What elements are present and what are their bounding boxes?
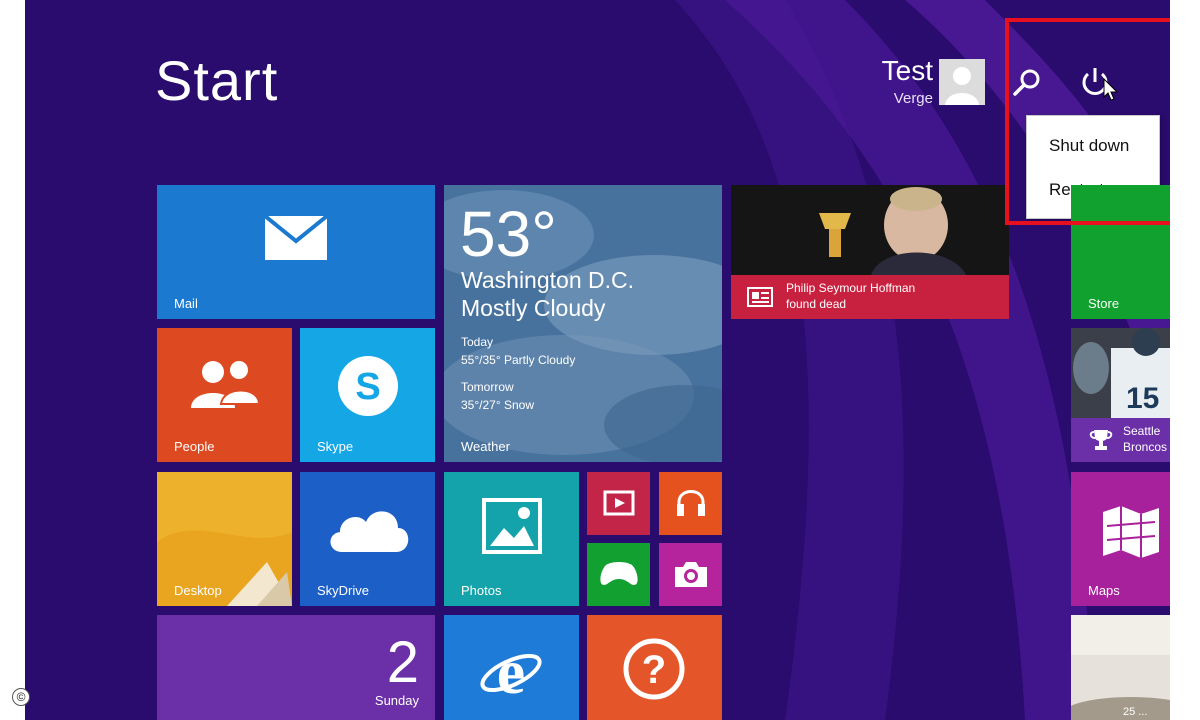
tile-label: People [174,439,215,454]
weather-today-forecast: 55°/35° Partly Cloudy [461,353,576,367]
weather-condition: Mostly Cloudy [461,295,606,321]
tile-internet-explorer[interactable]: e [444,615,579,720]
mouse-cursor-icon [1103,77,1119,102]
shut-down-menu-item[interactable]: Shut down [1049,136,1129,156]
weather-tomorrow-forecast: 35°/27° Snow [461,398,534,412]
tile-label: Desktop [174,583,222,598]
map-icon [1101,502,1161,567]
news-photo [731,185,1009,275]
tile-calendar[interactable]: 2 Sunday [157,615,435,720]
tile-camera[interactable] [659,543,722,606]
sports-photo: 15 [1071,328,1170,418]
copyright-badge: © [12,688,30,706]
tile-store[interactable]: Store [1071,185,1170,319]
cloud-icon [324,502,412,559]
weather-city: Washington D.C. [461,267,634,293]
tile-label: Skype [317,439,354,454]
tile-people[interactable]: People [157,328,292,462]
video-icon [603,490,635,521]
tile-sports[interactable]: 15 Seattle Broncos [1071,328,1170,462]
svg-text:15: 15 [1126,382,1159,415]
photo-icon [482,498,542,559]
trophy-icon [1089,428,1113,457]
user-subtitle: Verge [893,90,933,107]
user-account[interactable]: Test Verge [875,55,985,111]
tile-weather[interactable]: 53° Washington D.C. Mostly Cloudy Today … [444,185,722,462]
news-headline-line1: Philip Seymour Hoffman [786,281,916,295]
news-icon [747,287,773,312]
tile-photos[interactable]: Photos [444,472,579,606]
food-price: 25 ... [1123,706,1148,718]
camera-icon [673,559,709,594]
tile-skydrive[interactable]: SkyDrive [300,472,435,606]
tile-label: Weather [461,439,510,454]
sports-headline-line2: Broncos [1123,440,1168,454]
headphones-icon [675,486,707,523]
skype-icon: S [334,352,402,425]
tile-news[interactable]: Philip Seymour Hoffman found dead [731,185,1009,319]
calendar-day: 2 [386,630,419,695]
search-icon[interactable] [1010,66,1044,100]
xbox-controller-icon [600,561,638,592]
avatar[interactable] [939,59,985,105]
svg-text:e: e [497,639,525,705]
tile-label: Maps [1088,583,1120,598]
start-screen: Start Test Verge Shut down Restart [25,0,1170,720]
food-photo [1071,615,1170,720]
user-name: Test [881,55,933,86]
internet-explorer-icon: e [478,636,544,710]
tile-video[interactable] [587,472,650,535]
sports-banner: Seattle Broncos [1071,418,1170,462]
tile-skype[interactable]: S Skype [300,328,435,462]
envelope-icon [263,214,329,266]
tile-maps[interactable]: Maps [1071,472,1170,606]
svg-text:S: S [355,366,380,408]
tile-label: SkyDrive [317,583,370,598]
tile-games[interactable] [587,543,650,606]
tile-mail[interactable]: Mail [157,185,435,319]
tile-label: Mail [174,296,198,311]
news-headline-line2: found dead [786,297,847,311]
weather-tomorrow-label: Tomorrow [461,380,514,394]
tile-help[interactable]: ? [587,615,722,720]
tile-desktop[interactable]: Desktop [157,472,292,606]
news-banner: Philip Seymour Hoffman found dead [731,275,1009,319]
weather-today-label: Today [461,335,494,349]
tile-food[interactable]: 25 ... [1071,615,1170,720]
start-title: Start [155,49,279,112]
tile-label: Store [1088,296,1120,311]
weather-temperature: 53° [460,198,557,270]
sports-headline-line1: Seattle [1123,424,1161,438]
people-icon [189,358,261,415]
tile-music[interactable] [659,472,722,535]
svg-text:?: ? [642,648,666,692]
calendar-weekday: Sunday [374,693,419,708]
tile-label: Photos [461,583,502,598]
help-icon: ? [622,637,686,706]
